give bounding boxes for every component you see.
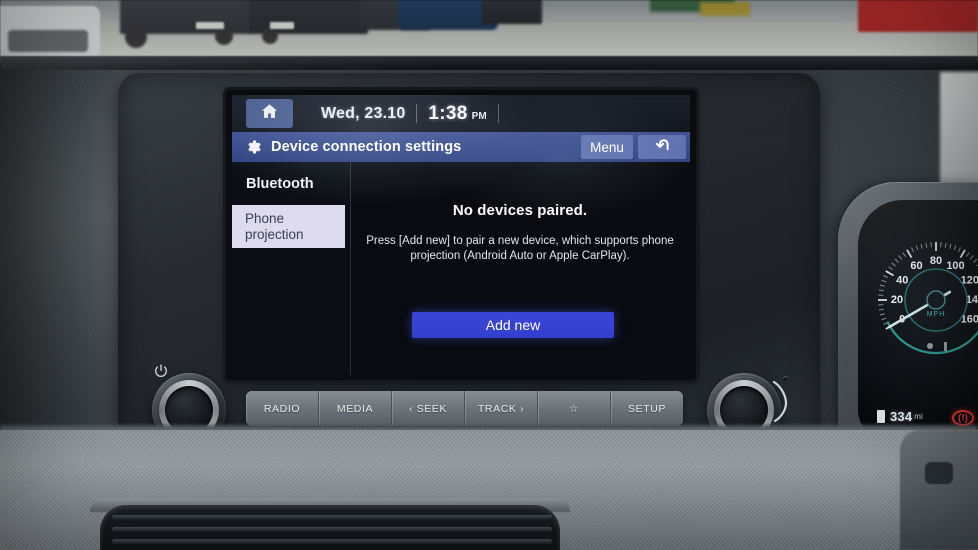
gear-icon <box>244 138 262 156</box>
vent-slat <box>112 539 552 544</box>
svg-text:100: 100 <box>946 260 964 272</box>
licence-plate <box>196 22 224 29</box>
svg-text:MPH: MPH <box>927 311 946 318</box>
vent-slat <box>112 527 552 532</box>
air-vent[interactable] <box>100 505 560 550</box>
no-devices-heading: No devices paired. <box>452 202 588 219</box>
setup-button[interactable]: SETUP <box>611 391 683 426</box>
background-object <box>700 2 750 16</box>
svg-text:40: 40 <box>896 275 908 287</box>
back-button[interactable] <box>638 135 686 159</box>
content-panel: No devices paired. Press [Add new] to pa… <box>350 162 690 375</box>
red-container <box>858 0 978 32</box>
infotainment-screen[interactable]: Wed, 23.10 1:38 PM Device connection set… <box>232 95 690 375</box>
range-unit: mi <box>914 411 923 421</box>
tune-arc-icon <box>768 378 794 424</box>
settings-sidebar: Bluetooth Phone projection <box>232 162 350 375</box>
car-wheel <box>215 27 233 45</box>
sidebar-item-phone-projection[interactable]: Phone projection <box>232 205 345 248</box>
svg-text:60: 60 <box>910 260 922 272</box>
no-devices-body: Press [Add new] to pair a new device, wh… <box>366 235 674 262</box>
status-divider <box>497 104 499 123</box>
status-ampm: PM <box>471 111 487 122</box>
car-wheel <box>262 28 278 44</box>
status-divider <box>416 104 418 123</box>
parked-car <box>482 0 542 24</box>
svg-text:20: 20 <box>891 294 903 306</box>
status-time: 1:38 <box>428 102 468 124</box>
radio-button[interactable]: RADIO <box>246 391 319 426</box>
menu-button[interactable]: Menu <box>581 135 633 159</box>
page-title: Device connection settings <box>271 139 462 155</box>
status-date: Wed, 23.10 <box>321 104 406 122</box>
car-wheel <box>125 26 147 48</box>
home-icon <box>260 102 279 126</box>
add-new-button[interactable]: Add new <box>412 312 614 338</box>
track-button[interactable]: TRACK › <box>465 391 538 426</box>
sidebar-item-label-line1: Phone <box>245 211 285 226</box>
brake-warning-icon: (!) <box>952 410 974 426</box>
status-bar: Wed, 23.10 1:38 PM <box>232 95 690 132</box>
parked-car-grille <box>8 30 88 52</box>
svg-text:80: 80 <box>930 255 942 267</box>
hard-button-strip: RADIO MEDIA ‹ SEEK TRACK › ☆ SETUP <box>246 391 683 426</box>
door-panel <box>900 430 978 550</box>
sidebar-item-label-line2: projection <box>245 226 304 242</box>
favourite-star-button[interactable]: ☆ <box>538 391 611 426</box>
range-value: 334 <box>890 408 913 424</box>
back-arrow-icon <box>652 136 673 158</box>
car-interior-scene: Wed, 23.10 1:38 PM Device connection set… <box>0 0 978 550</box>
seek-button[interactable]: ‹ SEEK <box>392 391 465 426</box>
fuel-icon <box>877 409 885 423</box>
licence-plate <box>270 22 294 29</box>
home-button[interactable] <box>246 99 293 128</box>
title-bar: Device connection settings Menu <box>232 132 690 162</box>
door-control-button[interactable] <box>925 462 953 484</box>
sidebar-section-bluetooth: Bluetooth <box>246 176 314 192</box>
media-button[interactable]: MEDIA <box>319 391 392 426</box>
vent-slat <box>112 515 552 520</box>
power-icon <box>153 363 169 379</box>
instrument-cluster: 020406080100120140160MPH 334 mi (!) <box>858 200 978 440</box>
windshield-view <box>0 0 978 62</box>
speedometer-gauge: 020406080100120140160MPH <box>866 222 978 387</box>
microphone-hole <box>783 376 788 381</box>
